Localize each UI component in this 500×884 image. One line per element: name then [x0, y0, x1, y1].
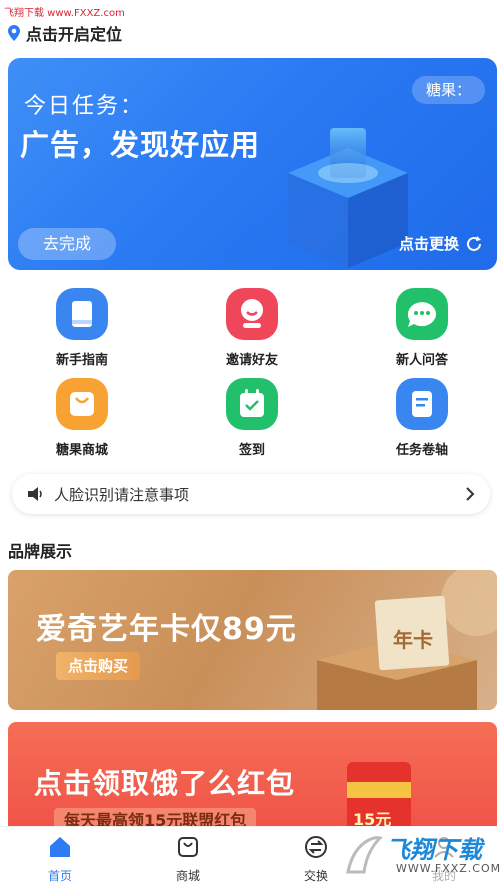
home-icon	[50, 837, 70, 857]
daily-task-banner[interactable]: 今日任务： 广告，发现好应用 糖果： 去完成 点击更换	[8, 58, 497, 270]
feature-task-scroll[interactable]: 任务卷轴	[362, 378, 482, 458]
feature-label: 新手指南	[55, 353, 108, 368]
feature-invite-friends[interactable]: 邀请好友	[192, 288, 312, 368]
smile-face-icon	[226, 288, 278, 340]
feature-label: 糖果商城	[55, 443, 108, 458]
iqiyi-promo-banner[interactable]: 爱奇艺年卡仅89元 点击购买 年卡	[8, 570, 497, 710]
buy-now-button[interactable]: 点击购买	[56, 652, 141, 680]
feature-label: 邀请好友	[225, 353, 278, 368]
chevron-right-icon	[466, 487, 475, 501]
task-name: 广告，发现好应用	[20, 128, 261, 162]
candy-count: 糖果：	[411, 76, 485, 104]
task-title: 今日任务：	[24, 94, 145, 119]
location-button[interactable]: 点击开启定位	[8, 20, 122, 46]
location-label: 点击开启定位	[26, 25, 123, 44]
tab-home[interactable]: 首页	[20, 833, 100, 884]
watermark-brand: 飞翔下载	[386, 836, 482, 864]
feature-label: 新人问答	[395, 353, 448, 368]
refresh-icon	[467, 235, 481, 251]
flying-bird-logo-icon	[346, 836, 383, 874]
watermark-text-top: 飞翔下载 www.FXXZ.com	[4, 8, 125, 19]
feature-candy-mall[interactable]: 糖果商城	[22, 378, 142, 458]
feature-newbie-qa[interactable]: 新人问答	[362, 288, 482, 368]
feature-beginner-guide[interactable]: 新手指南	[22, 288, 142, 368]
watermark-logo-bottom: 飞翔下载 WWW.FXXZ.COM	[338, 826, 500, 884]
shopping-bag-icon	[56, 378, 108, 430]
brand-section-title: 品牌展示	[8, 542, 73, 561]
notice-bar[interactable]: 人脸识别请注意事项	[12, 474, 490, 514]
book-icon	[56, 288, 108, 340]
exchange-icon	[305, 836, 327, 858]
feature-label: 签到	[238, 443, 265, 458]
watermark-url: WWW.FXXZ.COM	[396, 862, 500, 875]
tab-mall[interactable]: 商城	[148, 833, 228, 884]
scroll-icon	[396, 378, 448, 430]
tab-label: 首页	[47, 869, 72, 883]
annual-card-label: 年卡	[393, 628, 433, 652]
calendar-check-icon	[226, 378, 278, 430]
gift-box-illustration: 年卡	[277, 570, 497, 710]
tab-label: 商城	[175, 869, 200, 883]
eleme-headline: 点击领取饿了么红包	[34, 767, 296, 800]
feature-label: 任务卷轴	[395, 443, 448, 458]
iqiyi-headline: 爱奇艺年卡仅89元	[36, 612, 297, 647]
notice-text: 人脸识别请注意事项	[54, 485, 190, 504]
refresh-label: 点击更换	[398, 235, 459, 253]
bag-icon	[178, 837, 198, 857]
refresh-task-button[interactable]: 点击更换	[399, 233, 483, 254]
speaker-icon	[28, 487, 42, 501]
go-complete-button[interactable]: 去完成	[18, 228, 116, 260]
app-screen: 飞翔下载 www.FXXZ.com 点击开启定位 今日任务： 广告，发现好应用 …	[0, 0, 500, 884]
location-pin-icon	[8, 25, 20, 41]
feature-check-in[interactable]: 签到	[192, 378, 312, 458]
chat-bubble-icon	[396, 288, 448, 340]
